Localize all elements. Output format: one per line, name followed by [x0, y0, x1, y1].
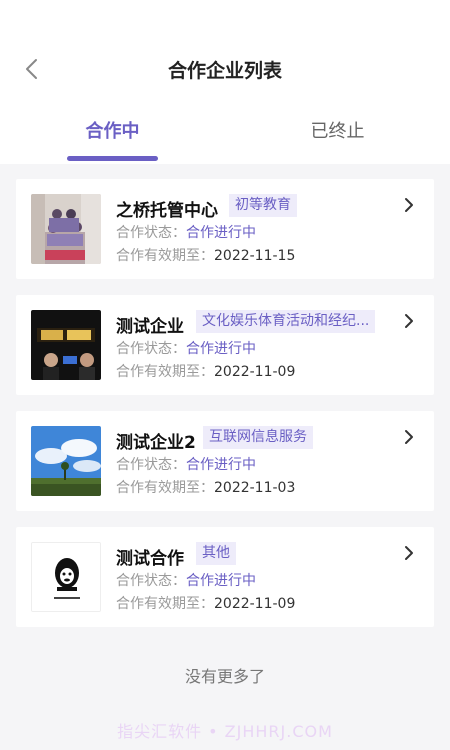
expiry-label: 合作有效期至：	[116, 248, 214, 264]
tab-active-cooperation[interactable]: 合作中	[0, 117, 225, 143]
industry-tag: 其他	[196, 542, 236, 565]
status-value: 合作进行中	[186, 341, 256, 357]
chevron-right-icon	[405, 546, 413, 560]
expiry-row: 合作有效期至：2022-11-09	[116, 361, 295, 381]
status-value: 合作进行中	[186, 225, 256, 241]
company-logo	[31, 542, 101, 612]
status-row: 合作状态：合作进行中	[116, 570, 256, 590]
expiry-label: 合作有效期至：	[116, 480, 214, 496]
no-more-text: 没有更多了	[184, 667, 265, 686]
list-item[interactable]: 测试企业2 互联网信息服务 合作状态：合作进行中 合作有效期至：2022-11-…	[16, 411, 434, 511]
expiry-label: 合作有效期至：	[116, 596, 214, 612]
watermark: 指尖汇软件 • ZJHHRJ.COM	[117, 722, 333, 741]
chevron-right-icon	[405, 430, 413, 444]
industry-tag: 互联网信息服务	[203, 426, 313, 449]
list-item[interactable]: 测试企业 文化娱乐体育活动和经纪... 合作状态：合作进行中 合作有效期至：20…	[16, 295, 434, 395]
company-name: 之桥托管中心	[116, 201, 218, 221]
expiry-date: 2022-11-09	[214, 364, 296, 380]
page-title: 合作企业列表	[167, 60, 282, 82]
status-label: 合作状态：	[116, 341, 186, 357]
company-name: 测试合作	[116, 549, 184, 569]
status-value: 合作进行中	[186, 457, 256, 473]
status-label: 合作状态：	[116, 457, 186, 473]
top-bar: 合作企业列表 合作中 已终止	[0, 0, 450, 164]
company-name: 测试企业2	[116, 433, 196, 453]
status-row: 合作状态：合作进行中	[116, 222, 256, 242]
expiry-label: 合作有效期至：	[116, 364, 214, 380]
industry-tag: 文化娱乐体育活动和经纪...	[196, 310, 376, 333]
status-label: 合作状态：	[116, 573, 186, 589]
chevron-right-icon	[405, 314, 413, 328]
company-name: 测试企业	[116, 317, 184, 337]
expiry-row: 合作有效期至：2022-11-09	[116, 593, 295, 613]
status-label: 合作状态：	[116, 225, 186, 241]
expiry-date: 2022-11-15	[214, 248, 296, 264]
industry-tag: 初等教育	[229, 194, 297, 217]
list-item[interactable]: 测试合作 其他 合作状态：合作进行中 合作有效期至：2022-11-09	[16, 527, 434, 627]
company-list: 之桥托管中心 初等教育 合作状态：合作进行中 合作有效期至：2022-11-15	[16, 179, 434, 643]
expiry-row: 合作有效期至：2022-11-15	[116, 245, 295, 265]
status-row: 合作状态：合作进行中	[116, 338, 256, 358]
list-item[interactable]: 之桥托管中心 初等教育 合作状态：合作进行中 合作有效期至：2022-11-15	[16, 179, 434, 279]
expiry-date: 2022-11-03	[214, 480, 296, 496]
tab-indicator	[67, 156, 158, 161]
status-value: 合作进行中	[186, 573, 256, 589]
company-photo	[31, 194, 101, 264]
expiry-date: 2022-11-09	[214, 596, 296, 612]
company-photo	[31, 426, 101, 496]
company-photo	[31, 310, 101, 380]
status-row: 合作状态：合作进行中	[116, 454, 256, 474]
chevron-right-icon	[405, 198, 413, 212]
expiry-row: 合作有效期至：2022-11-03	[116, 477, 295, 497]
tab-terminated[interactable]: 已终止	[225, 117, 450, 143]
